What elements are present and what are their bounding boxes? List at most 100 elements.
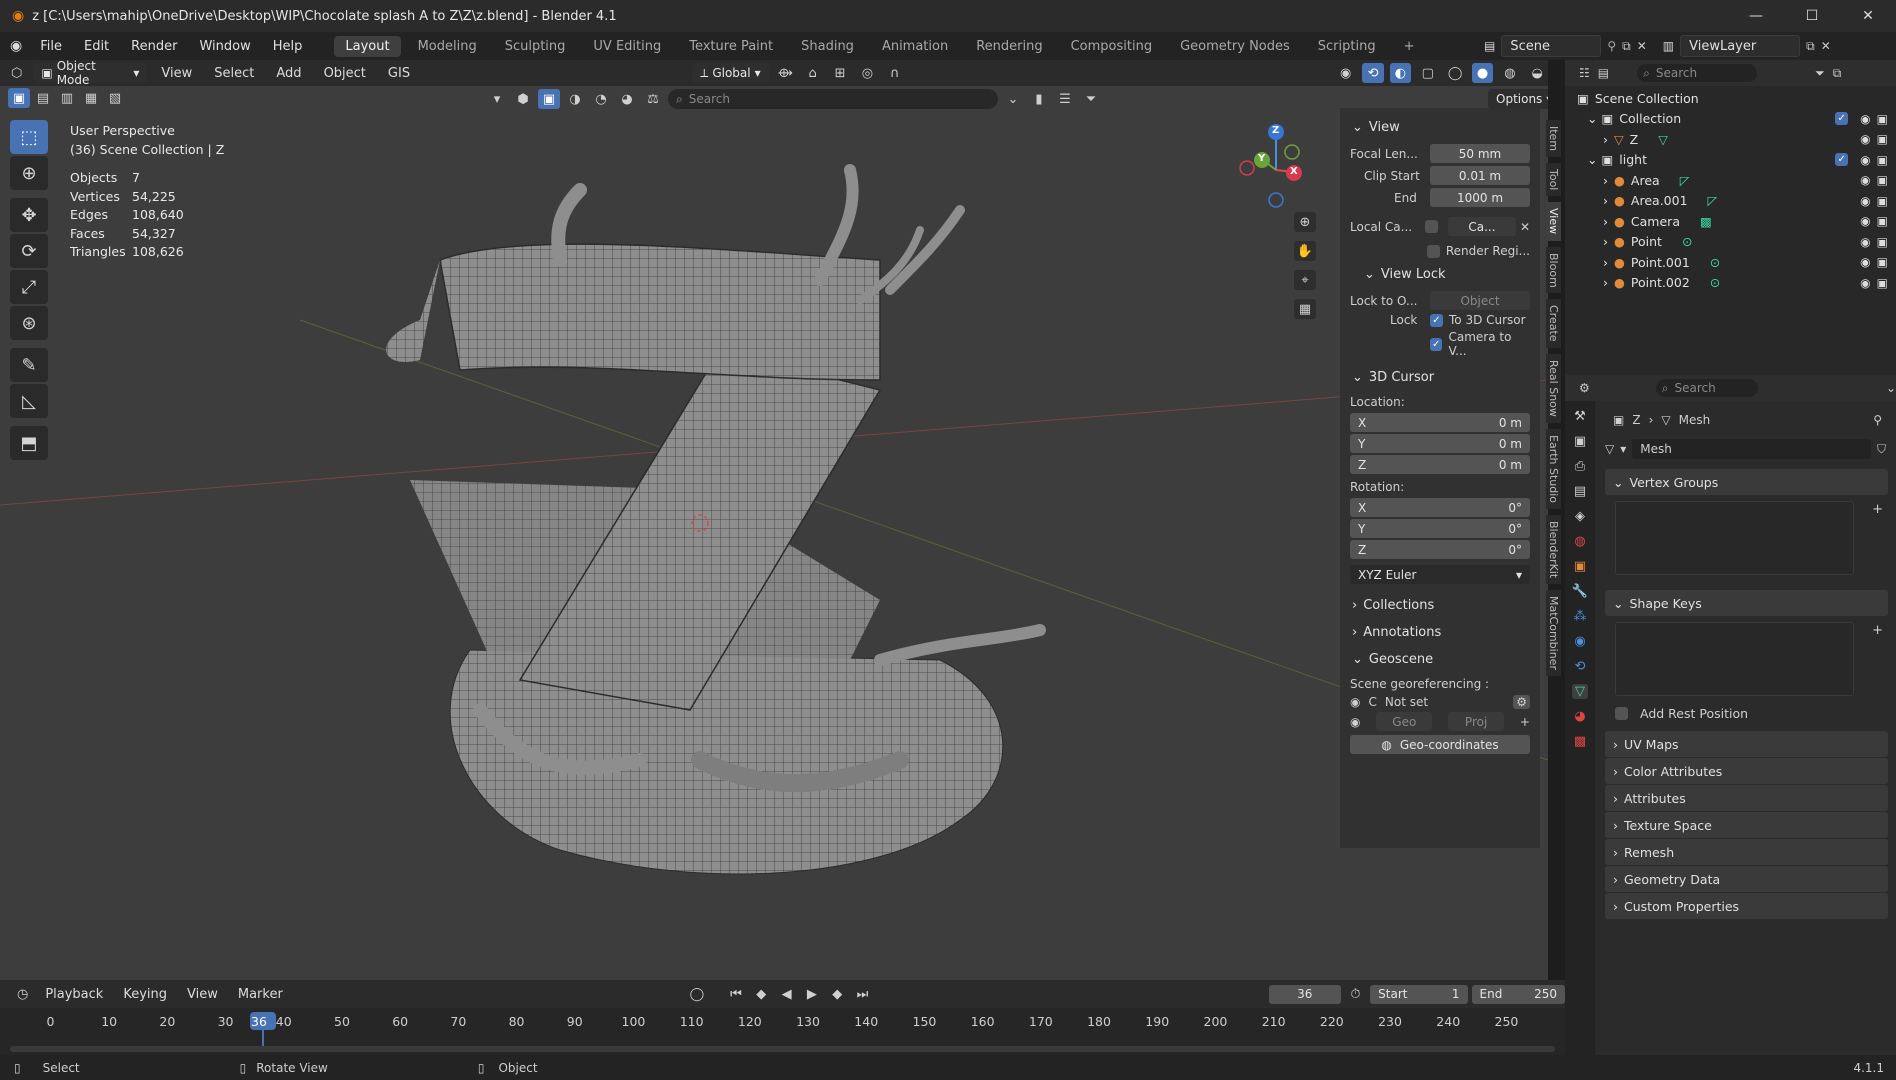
scene-selector[interactable]: Scene [1501, 35, 1602, 57]
outliner-row[interactable]: › ● Point.001 ⊙ ◉ ▣ [1565, 252, 1896, 273]
camera-filter-icon[interactable]: ◕ [616, 89, 638, 109]
checkbox-icon[interactable]: ✓ [1835, 152, 1849, 166]
3d-cursor-header[interactable]: ⌄ 3D Cursor [1350, 364, 1530, 391]
outliner-row[interactable]: ▣ Scene Collection [1565, 88, 1896, 109]
constraints-tab-icon[interactable]: ⟲ [1575, 659, 1586, 674]
curve-filter-icon[interactable]: ◑ [564, 89, 586, 109]
texture-tab-icon[interactable]: ▩ [1574, 734, 1586, 749]
tab-create[interactable]: Create [1546, 299, 1561, 348]
view-layer-tab-icon[interactable]: ▤ [1574, 484, 1586, 499]
properties-search[interactable]: ⌕ Search [1655, 379, 1758, 397]
properties-search-input[interactable]: Search [1675, 381, 1716, 395]
maximize-button[interactable]: ☐ [1784, 0, 1840, 32]
tab-bloom[interactable]: Bloom [1546, 246, 1561, 294]
menu-playback[interactable]: Playback [37, 987, 111, 1002]
tool-tab-icon[interactable]: ⚒ [1574, 409, 1586, 424]
outliner-row[interactable]: ⌄ ▣ light ✓ ◉ ▣ [1565, 150, 1896, 171]
options-button[interactable]: Options▾ [1488, 89, 1548, 109]
tab-geometry-nodes[interactable]: Geometry Nodes [1169, 36, 1301, 57]
outliner-search-input[interactable]: Search [1656, 66, 1697, 80]
camera-icon[interactable]: ▣ [1877, 132, 1888, 146]
tab-earth-studio[interactable]: Earth Studio [1546, 428, 1561, 509]
light-filter-icon[interactable]: ◔ [590, 89, 612, 109]
eye-icon[interactable]: ◉ [1860, 112, 1870, 126]
gizmo-toggle-icon[interactable]: ⟲ [1362, 63, 1384, 83]
visibility-icon[interactable]: ◉ [1335, 63, 1356, 83]
object-type-filter-icon[interactable]: ⬢ [512, 89, 534, 109]
end-frame-field[interactable]: End 250 [1471, 984, 1566, 1004]
other-filter-icon[interactable]: ⚖ [642, 89, 664, 109]
mesh-data-tab-icon[interactable]: ▽ [1572, 684, 1588, 699]
proportional-edit-icon[interactable]: ◎ [857, 63, 878, 83]
select-extend-icon[interactable]: ▤ [32, 88, 54, 108]
sort-icon[interactable]: ☰ [1054, 89, 1076, 109]
view-section-header[interactable]: ⌄ View [1350, 114, 1530, 141]
current-frame-field[interactable]: 36 [1268, 984, 1341, 1004]
outliner-search[interactable]: ⌕ Search [1637, 64, 1758, 82]
viewlayer-icon[interactable]: ▥ [1663, 39, 1674, 53]
outliner-row[interactable]: › ● Area.001 ◸ ◉ ▣ [1565, 191, 1896, 212]
menu-gis[interactable]: GIS [380, 66, 418, 81]
viewport-search[interactable]: ⌕ Search [668, 89, 998, 109]
collections-header[interactable]: › Collections [1350, 592, 1530, 619]
scene-icon[interactable]: ▤ [1484, 39, 1495, 53]
new-viewlayer-icon[interactable]: ⧉ [1806, 39, 1815, 54]
gear-icon[interactable]: ⚙ [1513, 695, 1530, 709]
zoom-icon[interactable]: ⊕ [1294, 212, 1316, 232]
tab-real-snow[interactable]: Real Snow [1546, 353, 1561, 423]
material-shading-icon[interactable]: ◍ [1499, 63, 1520, 83]
pivot-icon[interactable]: ⟴ [775, 63, 796, 83]
menu-render[interactable]: Render [123, 39, 185, 54]
render-region-checkbox[interactable] [1426, 244, 1440, 258]
eye-icon[interactable]: ◉ [1860, 276, 1870, 290]
jump-end-icon[interactable]: ⏭ [852, 984, 873, 1004]
rotation-x-field[interactable]: X 0° [1350, 498, 1530, 517]
chevron-down-icon[interactable]: ⌄ [1886, 381, 1896, 395]
geoscene-header[interactable]: ⌄ Geoscene [1350, 646, 1530, 673]
shape-keys-list[interactable]: + [1615, 622, 1883, 696]
tab-item[interactable]: Item [1546, 120, 1561, 158]
section-attributes[interactable]: › Attributes [1605, 785, 1888, 811]
outliner-editor-icon[interactable]: ☷ [1579, 66, 1590, 80]
xray-icon[interactable]: ▢ [1417, 63, 1438, 83]
orientation-selector[interactable]: ⟂ Global ▾ [692, 63, 769, 83]
menu-object[interactable]: Object [316, 66, 374, 81]
tab-blenderkit[interactable]: BlenderKit [1546, 514, 1561, 584]
tab-layout[interactable]: Layout [334, 35, 401, 57]
mesh-data-icon[interactable]: ▽ [1605, 442, 1614, 456]
gizmo-x-label[interactable]: X [1290, 166, 1298, 177]
mesh-name-field[interactable]: Mesh [1632, 439, 1871, 459]
perspective-grid-icon[interactable]: ▦ [1294, 299, 1316, 319]
camera-icon[interactable]: ▣ [1877, 153, 1888, 167]
add-icon[interactable]: + [1872, 502, 1883, 517]
section-geometry-data[interactable]: › Geometry Data [1605, 866, 1888, 892]
display-mode-icon[interactable]: ▤ [1598, 66, 1609, 80]
world-tab-icon[interactable]: ◍ [1574, 534, 1585, 549]
select-invert-icon[interactable]: ▦ [80, 88, 102, 108]
menu-marker[interactable]: Marker [230, 987, 291, 1002]
new-scene-icon[interactable]: ⧉ [1622, 39, 1631, 54]
fake-user-icon[interactable]: ⛉ [1877, 442, 1886, 457]
prev-keyframe-icon[interactable]: ◆ [751, 984, 772, 1004]
add-cube-tool-icon[interactable]: ⬒ [10, 426, 48, 460]
select-new-icon[interactable]: ▣ [8, 88, 30, 108]
bookmark-icon[interactable]: ▮ [1028, 89, 1050, 109]
pin-icon[interactable]: ⚲ [1607, 39, 1616, 53]
editor-type-icon[interactable]: ⬡ [6, 63, 27, 83]
clip-end-field[interactable]: 1000 m [1430, 188, 1530, 207]
section-color-attributes[interactable]: › Color Attributes [1605, 758, 1888, 784]
camera-icon[interactable]: ▣ [1877, 194, 1888, 208]
rotation-z-field[interactable]: Z 0° [1350, 540, 1530, 559]
viewport-scene[interactable] [0, 60, 1548, 980]
view-lock-header[interactable]: ⌄ View Lock [1362, 261, 1530, 288]
chevron-down-icon[interactable]: ▾ [486, 89, 508, 109]
rotate-tool-icon[interactable]: ⟳ [10, 234, 48, 268]
eye-icon[interactable]: ◉ [1860, 255, 1870, 269]
section-custom-properties[interactable]: › Custom Properties [1605, 893, 1888, 919]
overlay-toggle-icon[interactable]: ◐ [1389, 63, 1412, 83]
menu-timeline-view[interactable]: View [179, 987, 226, 1002]
3d-viewport[interactable]: Z X Y ⊕ ✋ ⌖ ▦ ⬡ ▣ Object Mode ▾ View Selec… [0, 60, 1548, 980]
proj-button[interactable]: Proj [1448, 712, 1505, 731]
select-subtract-icon[interactable]: ▥ [56, 88, 78, 108]
camera-icon[interactable]: ▣ [1877, 214, 1888, 228]
